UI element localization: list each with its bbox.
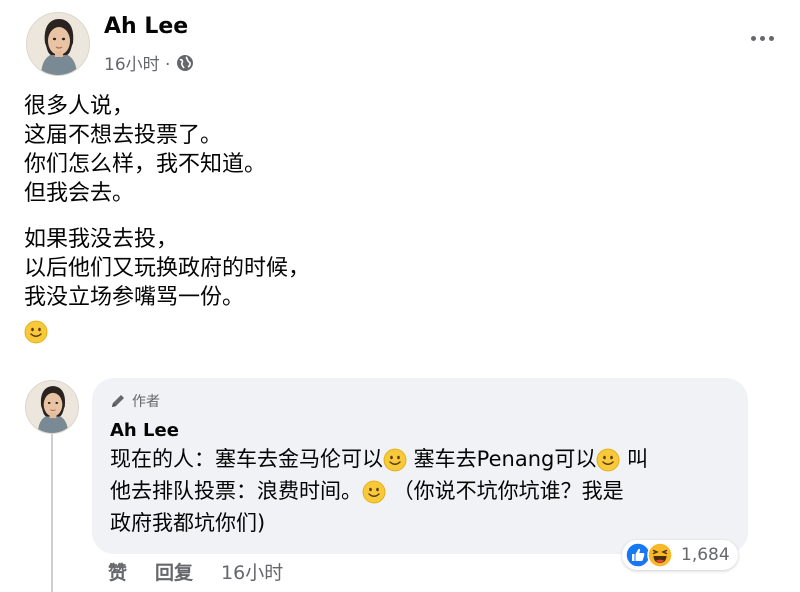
smile-emoji-icon (362, 480, 386, 504)
comment-actions: 赞 回复 16小时 (108, 558, 283, 585)
comment-line: 现在的人：塞车去金马伦可以 塞车去Penang可以 叫 (110, 443, 730, 475)
comment-text: 现在的人：塞车去金马伦可以 塞车去Penang可以 叫 他去排队投票：浪费时间。… (110, 443, 730, 539)
more-options-button[interactable] (744, 26, 780, 50)
post-line: 这届不想去投票了。 (24, 123, 223, 148)
reaction-summary[interactable]: 1,684 (622, 540, 738, 570)
more-dot-icon (759, 35, 765, 41)
reaction-count: 1,684 (681, 545, 730, 565)
post-line: 以后他们又玩换政府的时候， (24, 256, 311, 281)
reply-button[interactable]: 回复 (155, 558, 193, 585)
comment-segment: 现在的人：塞车去金马伦可以 (110, 447, 383, 471)
post-header: Ah Lee 16小时 · (26, 12, 780, 82)
comment-bubble: 作者 Ah Lee 现在的人：塞车去金马伦可以 塞车去Penang可以 叫 他去… (92, 378, 748, 554)
smile-emoji-icon (383, 448, 407, 472)
post-line: 你们怎么样，我不知道。 (24, 152, 267, 177)
post-line: 如果我没去投， (24, 227, 179, 252)
comment-segment: 叫 (620, 447, 649, 471)
post-meta: 16小时 · (104, 50, 194, 75)
smile-emoji-icon (24, 320, 48, 344)
author-badge: 作者 (110, 390, 730, 412)
globe-icon[interactable] (176, 54, 194, 72)
post-author-name[interactable]: Ah Lee (104, 14, 188, 39)
comment-segment: （你说不坑你坑谁？我是 (386, 479, 624, 503)
author-badge-label: 作者 (132, 394, 160, 410)
post-emoji-row (24, 317, 310, 346)
smile-emoji-icon (596, 448, 620, 472)
more-dot-icon (768, 35, 774, 41)
haha-icon (647, 542, 673, 568)
comment-line: 他去排队投票：浪费时间。 （你说不坑你坑谁？我是 (110, 475, 730, 507)
comment-timestamp[interactable]: 16小时 (221, 558, 283, 585)
pencil-icon (110, 393, 126, 409)
post-paragraph: 很多人说， 这届不想去投票了。 你们怎么样，我不知道。 但我会去。 (24, 92, 310, 208)
post-paragraph: 如果我没去投， 以后他们又玩换政府的时候， 我没立场参嘴骂一份。 (24, 225, 310, 312)
comment-segment: 他去排队投票：浪费时间。 (110, 479, 362, 503)
author-avatar[interactable] (26, 12, 90, 76)
post-line: 很多人说， (24, 94, 135, 119)
comment-author-avatar[interactable] (25, 380, 79, 434)
comment-segment: 塞车去Penang可以 (407, 447, 597, 471)
post-line: 但我会去。 (24, 181, 135, 206)
comment-author-name[interactable]: Ah Lee (110, 420, 730, 441)
comment-line: 政府我都坑你们) (110, 511, 266, 535)
thread-connector-line (51, 432, 53, 592)
more-dot-icon (750, 35, 756, 41)
post-line: 我没立场参嘴骂一份。 (24, 285, 245, 310)
post-timestamp[interactable]: 16小时 · (104, 50, 170, 75)
post-text: 很多人说， 这届不想去投票了。 你们怎么样，我不知道。 但我会去。 如果我没去投… (24, 92, 310, 346)
like-button[interactable]: 赞 (108, 558, 127, 585)
